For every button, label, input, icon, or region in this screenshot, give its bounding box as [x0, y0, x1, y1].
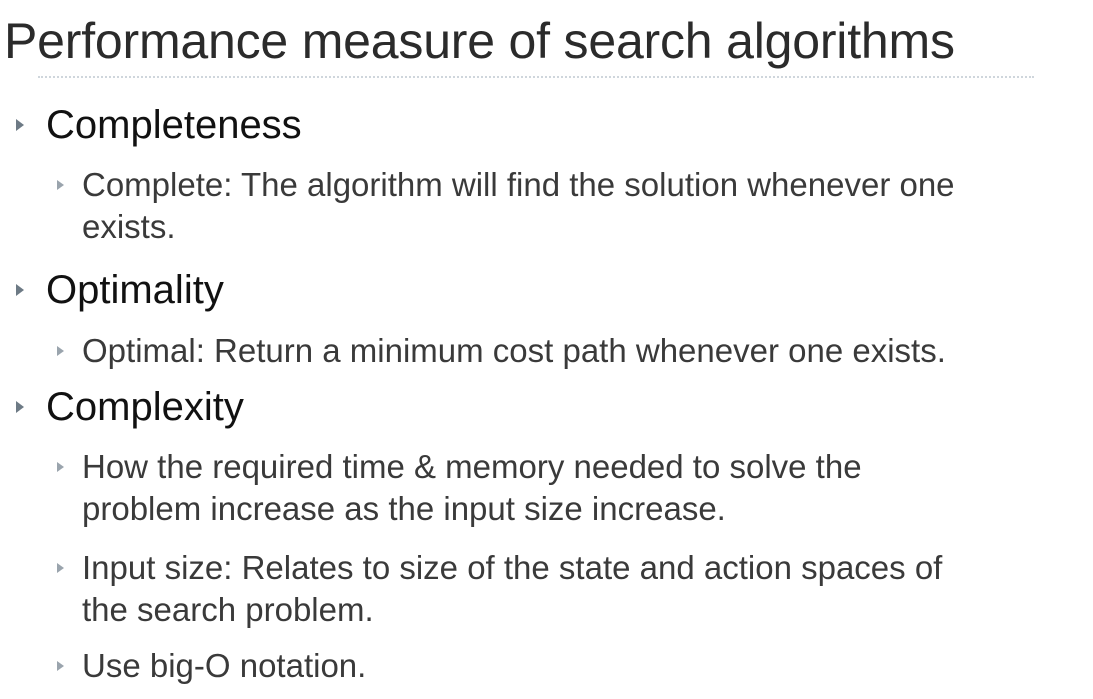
triangle-right-icon	[57, 563, 64, 573]
triangle-right-icon	[57, 346, 64, 356]
bullet-optimality: Optimality	[16, 267, 224, 313]
sub-bullet-input-size: Input size: Relates to size of the state…	[57, 547, 942, 631]
triangle-right-icon	[57, 462, 64, 472]
triangle-right-icon	[16, 401, 24, 413]
heading-optimality: Optimality	[46, 268, 224, 312]
title-divider	[38, 76, 1034, 78]
triangle-right-icon	[57, 180, 64, 190]
heading-complexity: Complexity	[46, 385, 244, 429]
sub-bullet-line: Use big-O notation.	[82, 647, 367, 684]
sub-bullet-line: problem increase as the input size incre…	[82, 490, 726, 527]
sub-bullet-time-memory: How the required time & memory needed to…	[57, 446, 862, 530]
sub-bullet-line: Complete: The algorithm will find the so…	[82, 166, 955, 203]
sub-bullet-complete: Complete: The algorithm will find the so…	[57, 164, 955, 248]
sub-bullet-big-o: Use big-O notation.	[57, 645, 366, 687]
triangle-right-icon	[16, 119, 24, 131]
sub-bullet-line: Input size: Relates to size of the state…	[82, 549, 943, 586]
sub-bullet-line: Optimal: Return a minimum cost path when…	[82, 332, 946, 369]
heading-completeness: Completeness	[46, 103, 302, 147]
triangle-right-icon	[16, 284, 24, 296]
sub-bullet-line: How the required time & memory needed to…	[82, 448, 862, 485]
sub-bullet-line: the search problem.	[82, 591, 374, 628]
slide-title: Performance measure of search algorithms	[4, 13, 955, 69]
bullet-complexity: Complexity	[16, 384, 244, 430]
triangle-right-icon	[57, 661, 64, 671]
sub-bullet-line: exists.	[82, 208, 176, 245]
bullet-completeness: Completeness	[16, 102, 302, 148]
slide: Performance measure of search algorithms…	[0, 0, 1093, 699]
sub-bullet-optimal: Optimal: Return a minimum cost path when…	[57, 330, 946, 372]
